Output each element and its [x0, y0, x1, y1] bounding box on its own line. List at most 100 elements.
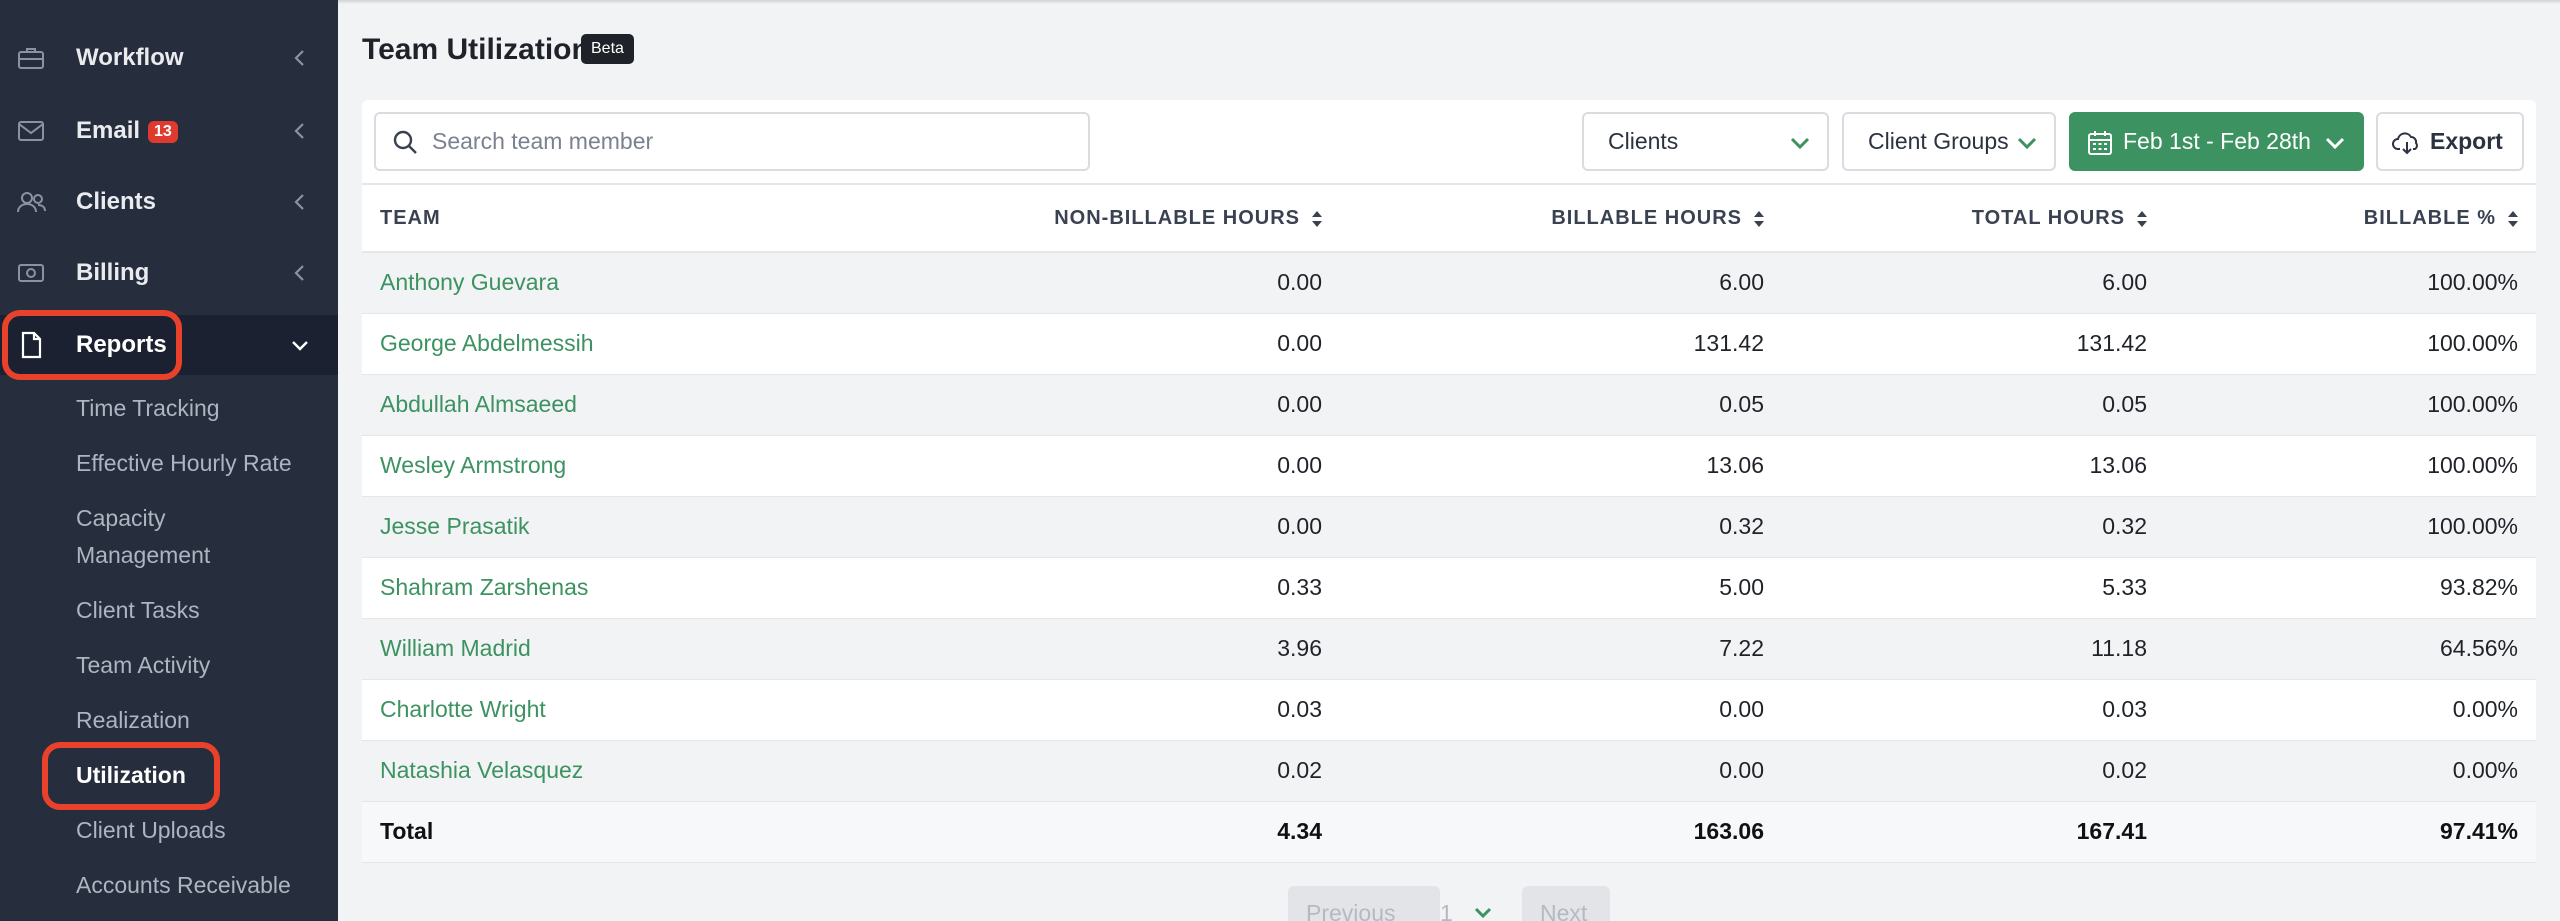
chevron-left-icon: [294, 194, 304, 210]
billable-hours-cell: 0.00: [1340, 679, 1782, 741]
billable-hours-cell: 0.05: [1340, 374, 1782, 436]
table-row: Shahram Zarshenas 0.33 5.00 5.33 93.82%: [362, 557, 2536, 619]
sidebar-subitem-accounts-receivable[interactable]: Accounts Receivable: [76, 867, 291, 904]
sidebar-subitem-management[interactable]: Management: [76, 537, 210, 574]
table-row: Wesley Armstrong 0.00 13.06 13.06 100.00…: [362, 435, 2536, 497]
chevron-left-icon: [294, 265, 304, 281]
billable-percent-cell: 100.00%: [2165, 313, 2536, 375]
billable-hours-cell: 6.00: [1340, 252, 1782, 314]
column-header-label: BILLABLE HOURS: [1551, 207, 1742, 229]
chevron-down-icon: [292, 341, 308, 351]
topbar-shadow: [338, 0, 2560, 4]
clients-dropdown[interactable]: Clients: [1582, 112, 1829, 171]
team-member-link[interactable]: Charlotte Wright: [362, 679, 922, 741]
search-input[interactable]: [432, 114, 1072, 169]
team-member-link[interactable]: Shahram Zarshenas: [362, 557, 922, 619]
total-hours-cell: 6.00: [1782, 252, 2165, 314]
export-button[interactable]: Export: [2376, 112, 2524, 171]
sidebar-item-label-wrap: Email 13: [76, 117, 178, 145]
table-row: George Abdelmessih 0.00 131.42 131.42 10…: [362, 313, 2536, 375]
billable-percent-cell: 100.00%: [2165, 435, 2536, 497]
non-billable-hours-cell: 0.00: [922, 496, 1340, 558]
page-select[interactable]: 1: [1440, 886, 1510, 921]
utilization-card: Clients Client Groups Feb 1st - Feb 28th…: [362, 100, 2536, 863]
team-member-link[interactable]: Anthony Guevara: [362, 252, 922, 314]
chevron-left-icon: [294, 123, 304, 139]
sidebar-item-label: Email: [76, 117, 141, 144]
column-header-label: NON-BILLABLE HOURS: [1054, 207, 1300, 229]
table-row: William Madrid 3.96 7.22 11.18 64.56%: [362, 618, 2536, 680]
team-member-link[interactable]: William Madrid: [362, 618, 922, 680]
billable-percent-cell: 0.00%: [2165, 679, 2536, 741]
money-icon: [16, 258, 46, 288]
calendar-icon: [2088, 131, 2112, 155]
sidebar-item-clients[interactable]: Clients: [0, 172, 338, 232]
client-groups-dropdown[interactable]: Client Groups: [1842, 112, 2056, 171]
table-row: Anthony Guevara 0.00 6.00 6.00 100.00%: [362, 252, 2536, 314]
team-member-link[interactable]: Abdullah Almsaeed: [362, 374, 922, 436]
team-member-link[interactable]: Wesley Armstrong: [362, 435, 922, 497]
sidebar-item-billing[interactable]: Billing: [0, 243, 338, 303]
search-box[interactable]: [374, 112, 1090, 171]
column-header-non-billable-hours[interactable]: NON-BILLABLE HOURS: [922, 186, 1340, 253]
sidebar-subitem-time-tracking[interactable]: Time Tracking: [76, 390, 220, 427]
sidebar-subitem-capacity[interactable]: Capacity: [76, 500, 165, 537]
billable-hours-cell: 0.32: [1340, 496, 1782, 558]
table-row: Natashia Velasquez 0.02 0.00 0.02 0.00%: [362, 740, 2536, 802]
team-member-link[interactable]: Jesse Prasatik: [362, 496, 922, 558]
total-non-billable-hours: 4.34: [922, 801, 1340, 863]
page-number: 1: [1440, 900, 1453, 921]
sort-icon: [1754, 211, 1764, 227]
sidebar-item-email[interactable]: Email 13: [0, 101, 338, 161]
search-icon: [393, 130, 417, 154]
next-page-button[interactable]: Next: [1522, 886, 1610, 921]
non-billable-hours-cell: 0.33: [922, 557, 1340, 619]
total-hours-cell: 0.05: [1782, 374, 2165, 436]
column-header-label: TOTAL HOURS: [1971, 207, 2125, 229]
sidebar: Workflow Email 13 Clients Billing Reports…: [0, 0, 338, 921]
sort-icon: [2508, 211, 2518, 227]
total-label: Total: [362, 801, 922, 863]
billable-percent-cell: 0.00%: [2165, 740, 2536, 802]
table-total-row: Total 4.34 163.06 167.41 97.41%: [362, 801, 2536, 863]
total-hours-cell: 13.06: [1782, 435, 2165, 497]
sidebar-item-label: Workflow: [76, 44, 184, 71]
billable-percent-cell: 100.00%: [2165, 496, 2536, 558]
beta-badge: Beta: [581, 34, 634, 64]
sidebar-subitem-effective-hourly-rate[interactable]: Effective Hourly Rate: [76, 445, 292, 482]
total-hours-cell: 131.42: [1782, 313, 2165, 375]
column-header-total-hours[interactable]: TOTAL HOURS: [1782, 186, 2165, 253]
unread-count-badge: 13: [148, 120, 178, 143]
previous-page-button[interactable]: Previous: [1288, 886, 1440, 921]
export-label: Export: [2430, 128, 2503, 154]
total-billable-hours: 163.06: [1340, 801, 1782, 863]
total-hours-cell: 0.02: [1782, 740, 2165, 802]
non-billable-hours-cell: 0.00: [922, 313, 1340, 375]
column-header-billable-percent[interactable]: BILLABLE %: [2165, 186, 2536, 253]
total-hours-cell: 11.18: [1782, 618, 2165, 680]
billable-hours-cell: 131.42: [1340, 313, 1782, 375]
cloud-download-icon: [2392, 132, 2418, 155]
sidebar-subitem-team-activity[interactable]: Team Activity: [76, 647, 210, 684]
sort-icon: [2137, 211, 2147, 227]
team-member-link[interactable]: Natashia Velasquez: [362, 740, 922, 802]
mail-icon: [16, 116, 46, 146]
briefcase-icon: [16, 43, 46, 73]
billable-percent-cell: 93.82%: [2165, 557, 2536, 619]
sidebar-subitem-client-tasks[interactable]: Client Tasks: [76, 592, 200, 629]
sidebar-subitem-realization[interactable]: Realization: [76, 702, 190, 739]
sidebar-item-workflow[interactable]: Workflow: [0, 28, 338, 88]
sort-icon: [1312, 211, 1322, 227]
column-header-billable-hours[interactable]: BILLABLE HOURS: [1340, 186, 1782, 253]
team-member-link[interactable]: George Abdelmessih: [362, 313, 922, 375]
column-header-team[interactable]: TEAM: [362, 186, 922, 253]
sidebar-subitem-client-uploads[interactable]: Client Uploads: [76, 812, 226, 849]
billable-hours-cell: 13.06: [1340, 435, 1782, 497]
date-range-button[interactable]: Feb 1st - Feb 28th: [2069, 112, 2364, 171]
toolbar: Clients Client Groups Feb 1st - Feb 28th…: [362, 100, 2536, 185]
billable-hours-cell: 7.22: [1340, 618, 1782, 680]
page-title: Team Utilization: [362, 33, 590, 66]
chevron-left-icon: [294, 50, 304, 66]
table-row: Jesse Prasatik 0.00 0.32 0.32 100.00%: [362, 496, 2536, 558]
total-hours-cell: 0.32: [1782, 496, 2165, 558]
